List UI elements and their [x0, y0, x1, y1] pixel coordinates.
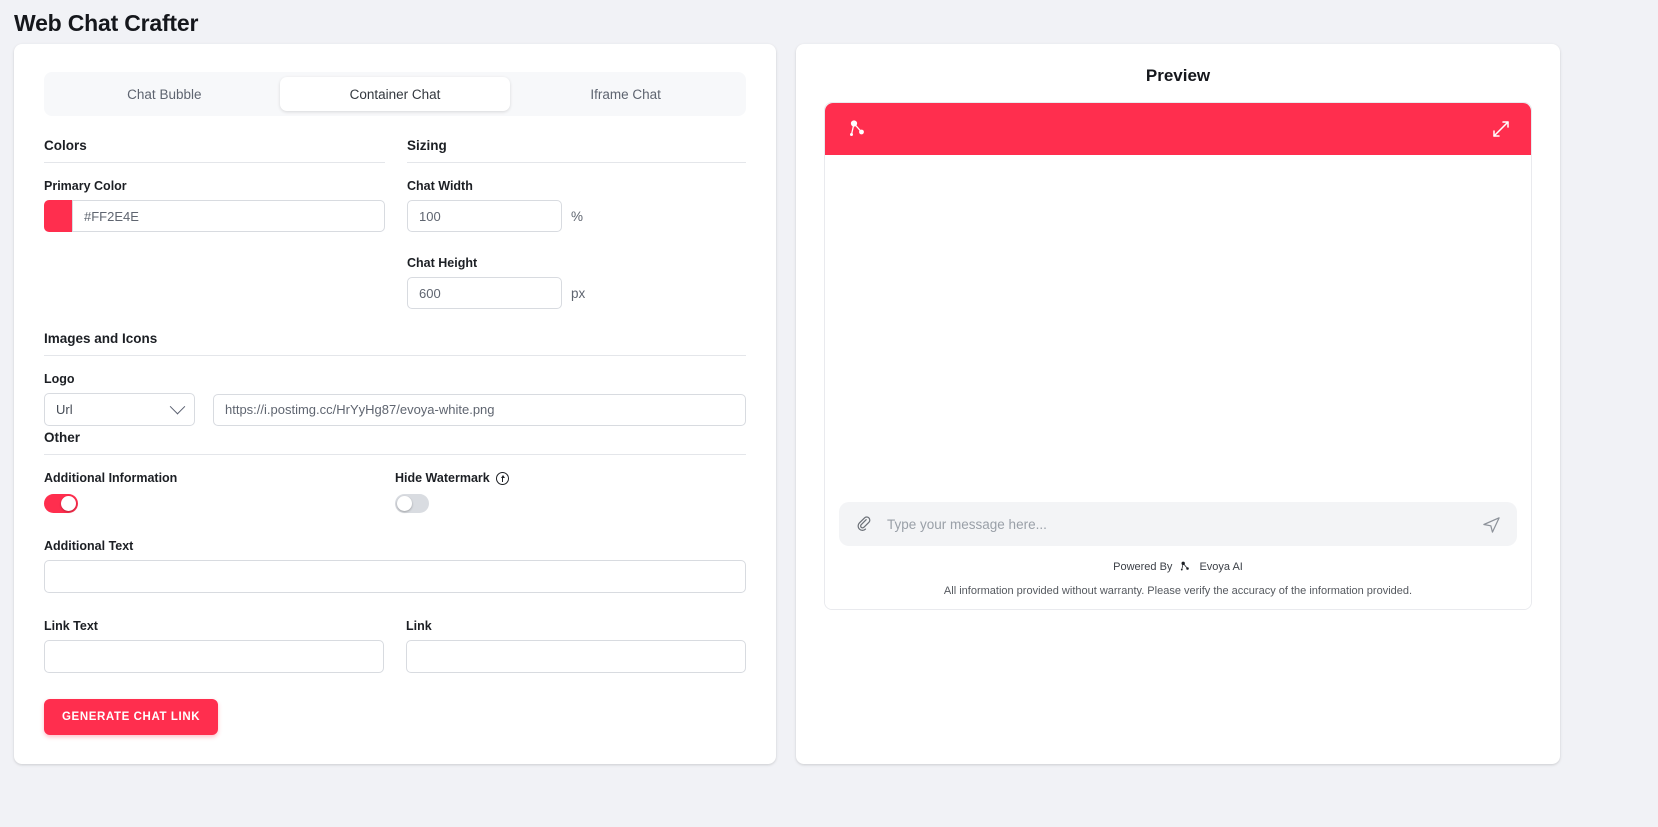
additional-text-label: Additional Text — [44, 539, 134, 553]
chat-height-field: 600 px — [407, 277, 746, 309]
hide-watermark-label-row: Hide Watermark — [395, 471, 746, 485]
preview-panel: Preview Type your message here... Powere… — [796, 44, 1560, 764]
link-field: Link — [406, 619, 746, 673]
brand-name: Evoya AI — [1199, 560, 1243, 573]
link-label: Link — [406, 619, 432, 633]
color-swatch[interactable] — [44, 200, 72, 232]
evoya-brand-icon — [1178, 559, 1193, 574]
tab-label: Container Chat — [349, 86, 441, 102]
hide-watermark-switch[interactable] — [395, 494, 429, 513]
other-section: Other Additional Information Hide Waterm… — [44, 430, 746, 735]
link-text-label: Link Text — [44, 619, 98, 633]
main-columns: Chat Bubble Container Chat Iframe Chat C… — [0, 40, 1658, 764]
images-and-icons-section: Images and Icons Logo Url https://i.post… — [44, 331, 746, 426]
logo-url-input[interactable]: https://i.postimg.cc/HrYyHg87/evoya-whit… — [213, 393, 746, 426]
send-icon[interactable] — [1482, 515, 1501, 534]
additional-information-switch[interactable] — [44, 494, 78, 513]
chat-width-field: 100 % — [407, 200, 746, 232]
hide-watermark-toggle-cell: Hide Watermark — [395, 471, 746, 513]
additional-text-input[interactable] — [44, 560, 746, 593]
chat-width-label: Chat Width — [407, 179, 473, 193]
logo-source-select[interactable]: Url — [44, 393, 195, 426]
link-text-input[interactable] — [44, 640, 384, 673]
message-input-placeholder: Type your message here... — [887, 516, 1047, 532]
page-title: Web Chat Crafter — [14, 10, 199, 36]
additional-information-toggle-cell: Additional Information — [44, 471, 395, 513]
colors-sizing-row: Colors Primary Color #FF2E4E Sizing Chat… — [44, 138, 746, 309]
tab-container-chat[interactable]: Container Chat — [279, 77, 511, 111]
additional-information-label-row: Additional Information — [44, 471, 395, 485]
message-input-bar[interactable]: Type your message here... — [839, 502, 1517, 546]
link-fields-row: Link Text Link — [44, 619, 746, 673]
logo-field: Url https://i.postimg.cc/HrYyHg87/evoya-… — [44, 393, 746, 426]
chat-header — [825, 103, 1531, 155]
primary-color-label: Primary Color — [44, 179, 127, 193]
tab-label: Chat Bubble — [127, 86, 202, 102]
evoya-logo-icon — [845, 116, 871, 142]
chat-width-unit: % — [571, 208, 584, 224]
images-section-heading: Images and Icons — [44, 331, 746, 356]
tab-iframe-chat[interactable]: Iframe Chat — [510, 77, 741, 111]
switch-knob — [397, 496, 412, 511]
tab-label: Iframe Chat — [590, 86, 661, 102]
upgrade-info-icon[interactable] — [495, 471, 509, 485]
sizing-column: Sizing Chat Width 100 % Chat Height 600 … — [407, 138, 746, 309]
chat-footer: Type your message here... Powered By Evo… — [825, 502, 1531, 609]
logo-source-value: Url — [56, 402, 73, 417]
link-input[interactable] — [406, 640, 746, 673]
additional-information-label: Additional Information — [44, 471, 178, 485]
powered-by-row: Powered By Evoya AI — [839, 559, 1517, 574]
other-section-heading: Other — [44, 430, 746, 455]
chat-preview-window: Type your message here... Powered By Evo… — [824, 102, 1532, 610]
switch-knob — [61, 496, 76, 511]
additional-text-field: Additional Text — [44, 539, 746, 593]
sizing-section-heading: Sizing — [407, 138, 746, 163]
chat-height-unit: px — [571, 285, 586, 301]
attachment-icon[interactable] — [855, 515, 873, 533]
powered-by-label: Powered By — [1113, 560, 1173, 573]
toggles-row: Additional Information Hide Watermark — [44, 471, 746, 513]
chat-message-area — [825, 155, 1531, 502]
colors-section-heading: Colors — [44, 138, 385, 163]
primary-color-input[interactable]: #FF2E4E — [72, 200, 385, 232]
primary-color-field: #FF2E4E — [44, 200, 385, 232]
chat-height-label: Chat Height — [407, 256, 478, 270]
expand-icon[interactable] — [1491, 119, 1511, 139]
chat-height-input[interactable]: 600 — [407, 277, 562, 309]
app-root: Web Chat Crafter Chat Bubble Container C… — [0, 0, 1658, 827]
colors-column: Colors Primary Color #FF2E4E — [44, 138, 385, 309]
preview-disclaimer: All information provided without warrant… — [943, 585, 1413, 597]
preview-title: Preview — [1145, 66, 1211, 85]
tab-chat-bubble[interactable]: Chat Bubble — [49, 77, 280, 111]
chevron-down-icon — [169, 398, 186, 415]
tab-bar: Chat Bubble Container Chat Iframe Chat — [44, 72, 746, 116]
generate-chat-link-button[interactable]: GENERATE CHAT LINK — [44, 699, 219, 735]
logo-label: Logo — [44, 372, 75, 386]
config-panel: Chat Bubble Container Chat Iframe Chat C… — [14, 44, 776, 764]
link-text-field: Link Text — [44, 619, 384, 673]
chat-width-input[interactable]: 100 — [407, 200, 562, 232]
hide-watermark-label: Hide Watermark — [395, 471, 490, 485]
